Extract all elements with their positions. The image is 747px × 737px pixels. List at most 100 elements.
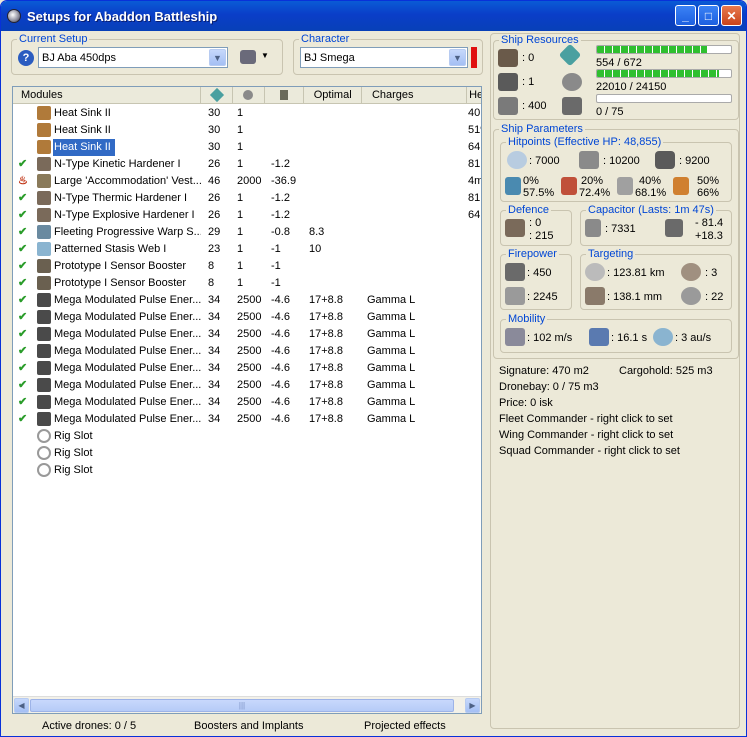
cpu-cell: 30 bbox=[208, 141, 221, 153]
table-row[interactable]: ✔ N-Type Thermic Hardener I 26 1 -1.2 81. bbox=[13, 190, 481, 207]
minimize-button[interactable]: _ bbox=[675, 5, 696, 26]
table-row[interactable]: ✔ Mega Modulated Pulse Ener... 34 2500 -4.6 1… bbox=[13, 360, 481, 377]
character-select[interactable]: BJ Smega ▼ bbox=[300, 47, 468, 68]
capacitor-delta-out: - 81.4 bbox=[695, 217, 724, 229]
scroll-left-icon[interactable]: ◀ bbox=[14, 698, 29, 713]
capacitor-icon bbox=[585, 219, 601, 237]
dps-icon bbox=[505, 263, 525, 281]
powergrid-value: 22010 / 24150 bbox=[596, 81, 667, 93]
module-icon bbox=[37, 344, 51, 358]
targeting-group: Targeting : 123.81 km : 3 : 138.1 mm : 2… bbox=[580, 248, 732, 310]
table-row[interactable]: ✔ N-Type Kinetic Hardener I 26 1 -1.2 81. bbox=[13, 156, 481, 173]
table-row[interactable]: ✔ Mega Modulated Pulse Ener... 34 2500 -4.6 1… bbox=[13, 377, 481, 394]
defence-value-a: : 0 bbox=[529, 217, 542, 229]
charges-cell: Gamma L bbox=[367, 311, 416, 323]
setup-select[interactable]: BJ Aba 450dps ▼ bbox=[38, 47, 228, 68]
table-row[interactable]: ✔ Mega Modulated Pulse Ener... 34 2500 -4.6 1… bbox=[13, 394, 481, 411]
status-check-icon: ✔ bbox=[18, 396, 28, 408]
em-resist-icon bbox=[505, 177, 521, 195]
active-drones-label[interactable]: Active drones: 0 / 5 bbox=[42, 720, 136, 732]
module-icon bbox=[37, 140, 51, 154]
table-row[interactable]: ✔ Mega Modulated Pulse Ener... 34 2500 -4.6 1… bbox=[13, 411, 481, 428]
module-icon bbox=[37, 310, 51, 324]
capacitor-icon bbox=[280, 90, 289, 100]
table-row[interactable]: Rig Slot bbox=[13, 462, 481, 479]
power-cell: 1 bbox=[237, 277, 244, 289]
module-icon bbox=[37, 157, 51, 171]
cpu-cell: 34 bbox=[208, 311, 221, 323]
fleet-commander-label[interactable]: Fleet Commander - right click to set bbox=[499, 413, 673, 425]
maximize-button[interactable]: □ bbox=[698, 5, 719, 26]
ship-menu-arrow-icon[interactable]: ▼ bbox=[261, 51, 269, 60]
table-row[interactable]: Heat Sink II 30 1 64. bbox=[13, 139, 481, 156]
charges-cell: Gamma L bbox=[367, 413, 416, 425]
module-name: Mega Modulated Pulse Ener... bbox=[54, 345, 201, 357]
power-cell: 1 bbox=[237, 226, 244, 238]
chevron-down-icon[interactable]: ▼ bbox=[209, 49, 226, 66]
capacitor-cell: -4.6 bbox=[271, 311, 290, 323]
table-row[interactable]: ✔ Mega Modulated Pulse Ener... 34 2500 -4.6 1… bbox=[13, 292, 481, 309]
power-cell: 1 bbox=[237, 243, 244, 255]
capacitor-group: Capacitor (Lasts: 1m 47s) : 7331 - 81.4 … bbox=[580, 204, 732, 246]
charges-cell: Gamma L bbox=[367, 362, 416, 374]
scroll-thumb[interactable]: ||| bbox=[30, 699, 454, 712]
boosters-implants-label[interactable]: Boosters and Implants bbox=[194, 720, 303, 732]
squad-commander-label[interactable]: Squad Commander - right click to set bbox=[499, 445, 680, 457]
title-bar[interactable]: Setups for Abaddon Battleship _ □ ✕ bbox=[1, 1, 746, 31]
capacitor-cell: -1.2 bbox=[271, 158, 290, 170]
close-button[interactable]: ✕ bbox=[721, 5, 742, 26]
table-row[interactable]: ✔ Mega Modulated Pulse Ener... 34 2500 -4.6 1… bbox=[13, 343, 481, 360]
col-optimal[interactable]: Optimal bbox=[304, 87, 362, 103]
table-row[interactable]: ♨ Large 'Accommodation' Vest... 46 2000 -36.… bbox=[13, 173, 481, 190]
cpu-cell: 8 bbox=[208, 277, 215, 289]
col-cpu[interactable] bbox=[201, 87, 234, 103]
defence-value-b: : 215 bbox=[529, 230, 554, 242]
cpu-icon bbox=[558, 43, 582, 67]
table-row[interactable]: ✔ Mega Modulated Pulse Ener... 34 2500 -4.6 1… bbox=[13, 309, 481, 326]
table-row[interactable]: ✔ Prototype I Sensor Booster 8 1 -1 bbox=[13, 275, 481, 292]
table-row[interactable]: ✔ Fleeting Progressive Warp S... 29 1 -0.8 8.… bbox=[13, 224, 481, 241]
table-row[interactable]: ✔ Prototype I Sensor Booster 8 1 -1 bbox=[13, 258, 481, 275]
capacitor-cell: -4.6 bbox=[271, 413, 290, 425]
col-extra[interactable]: He bbox=[467, 87, 481, 103]
speed-icon bbox=[505, 328, 525, 346]
extra-cell: 64. bbox=[468, 141, 482, 153]
power-cell: 2500 bbox=[237, 413, 262, 425]
wing-commander-label[interactable]: Wing Commander - right click to set bbox=[499, 429, 673, 441]
module-name: N-Type Thermic Hardener I bbox=[54, 192, 188, 204]
table-row[interactable]: Rig Slot bbox=[13, 445, 481, 462]
help-icon[interactable]: ? bbox=[18, 50, 34, 66]
table-row[interactable]: ✔ Patterned Stasis Web I 23 1 -1 10 bbox=[13, 241, 481, 258]
table-row[interactable]: ✔ N-Type Explosive Hardener I 26 1 -1.2 64. bbox=[13, 207, 481, 224]
ship-icon[interactable] bbox=[240, 50, 256, 64]
firepower-group: Firepower : 450 : 2245 bbox=[500, 248, 572, 310]
ship-info-panel: Ship Resources : 0 : 1 : 400 554 / 672 2… bbox=[490, 33, 740, 729]
table-row[interactable]: ✔ Mega Modulated Pulse Ener... 34 2500 -4.6 1… bbox=[13, 326, 481, 343]
col-power[interactable] bbox=[233, 87, 265, 103]
capacitor-amount: : 7331 bbox=[605, 223, 636, 235]
table-row[interactable]: Heat Sink II 30 1 51% bbox=[13, 122, 481, 139]
col-modules[interactable]: Modules bbox=[13, 87, 202, 103]
modules-grid[interactable]: Modules Optimal Charges He Heat Sink II 3… bbox=[12, 86, 482, 714]
projected-effects-label[interactable]: Projected effects bbox=[364, 720, 446, 732]
module-icon bbox=[37, 208, 51, 222]
cpu-cell: 34 bbox=[208, 396, 221, 408]
table-row[interactable]: Rig Slot bbox=[13, 428, 481, 445]
repair-icon bbox=[505, 219, 525, 237]
power-cell: 2500 bbox=[237, 379, 262, 391]
explosive-resist-icon bbox=[673, 177, 689, 195]
chevron-down-icon[interactable]: ▼ bbox=[449, 49, 466, 66]
setup-select-value: BJ Aba 450dps bbox=[42, 51, 117, 64]
drone-bandwidth-icon bbox=[562, 97, 582, 115]
col-capacitor[interactable] bbox=[265, 87, 305, 103]
scroll-right-icon[interactable]: ▶ bbox=[465, 698, 480, 713]
module-name: Prototype I Sensor Booster bbox=[54, 277, 187, 289]
col-charges[interactable]: Charges bbox=[362, 87, 468, 103]
extra-cell: 81. bbox=[468, 192, 482, 204]
horizontal-scrollbar[interactable]: ◀ ||| ▶ bbox=[13, 696, 481, 713]
module-icon bbox=[37, 259, 51, 273]
dps-value: : 450 bbox=[527, 267, 552, 279]
warp-speed-value: : 3 au/s bbox=[675, 332, 712, 344]
module-name: Rig Slot bbox=[54, 430, 93, 442]
table-row[interactable]: Heat Sink II 30 1 40. bbox=[13, 105, 481, 122]
